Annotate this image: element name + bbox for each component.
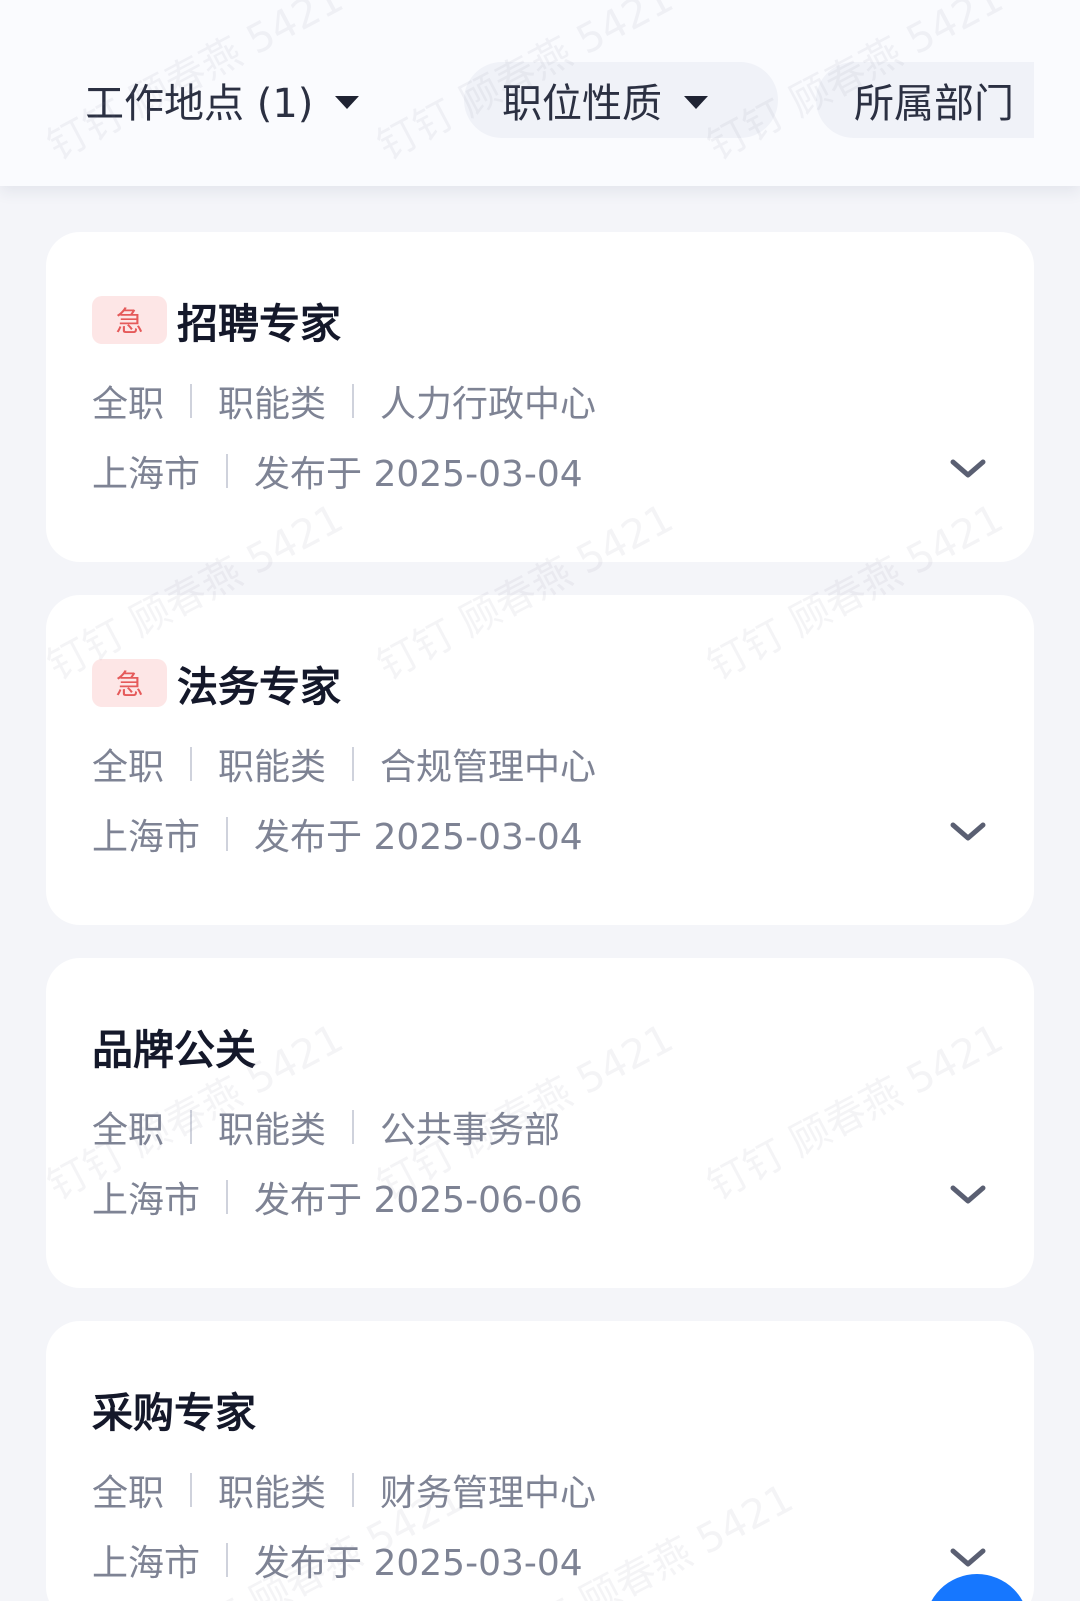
job-card[interactable]: 急 招聘专家 全职 职能类 人力行政中心 上海市 发布于 2025-03-04 <box>46 232 1034 562</box>
job-title: 品牌公关 <box>92 1026 256 1074</box>
caret-down-icon <box>335 95 360 109</box>
job-card[interactable]: 采购专家 全职 职能类 财务管理中心 上海市 发布于 2025-03-04 <box>46 1321 1034 1601</box>
job-type: 全职 <box>92 384 165 425</box>
divider <box>226 1180 229 1214</box>
job-location-date: 上海市 发布于 2025-06-06 <box>92 1172 583 1222</box>
divider <box>226 817 229 851</box>
job-published-date: 发布于 2025-03-04 <box>254 817 583 858</box>
job-type: 全职 <box>92 1110 165 1151</box>
filter-label: 所属部门 <box>854 81 1014 127</box>
job-city: 上海市 <box>92 1180 201 1221</box>
job-attributes: 全职 职能类 人力行政中心 <box>92 376 596 426</box>
filter-label: 工作地点 (1) <box>84 81 314 127</box>
job-title-row: 采购专家 <box>92 1379 256 1439</box>
job-department: 人力行政中心 <box>380 384 597 425</box>
divider <box>352 1473 355 1507</box>
job-city: 上海市 <box>92 817 201 858</box>
divider <box>352 747 355 781</box>
job-title-row: 品牌公关 <box>92 1016 256 1076</box>
job-location-date: 上海市 发布于 2025-03-04 <box>92 446 583 496</box>
job-category: 职能类 <box>218 1110 327 1151</box>
job-department: 合规管理中心 <box>380 747 597 788</box>
divider <box>352 1110 355 1144</box>
job-card[interactable]: 品牌公关 全职 职能类 公共事务部 上海市 发布于 2025-06-06 <box>46 958 1034 1288</box>
job-published-date: 发布于 2025-03-04 <box>254 454 583 495</box>
filter-bar: 工作地点 (1) 职位性质 所属部门 <box>0 0 1080 186</box>
filter-department[interactable]: 所属部门 <box>816 62 1034 138</box>
filter-work-location[interactable]: 工作地点 (1) <box>84 62 360 138</box>
job-title-row: 急 招聘专家 <box>92 290 341 350</box>
divider <box>226 454 229 488</box>
job-title-row: 急 法务专家 <box>92 653 341 713</box>
job-type: 全职 <box>92 747 165 788</box>
job-title: 采购专家 <box>92 1389 256 1437</box>
job-city: 上海市 <box>92 1543 201 1584</box>
chevron-down-icon[interactable] <box>948 454 988 484</box>
job-location-date: 上海市 发布于 2025-03-04 <box>92 809 583 859</box>
divider <box>190 747 193 781</box>
filter-label: 职位性质 <box>502 81 662 127</box>
job-category: 职能类 <box>218 1473 327 1514</box>
urgent-badge: 急 <box>92 659 167 707</box>
job-type: 全职 <box>92 1473 165 1514</box>
job-city: 上海市 <box>92 454 201 495</box>
chevron-down-icon[interactable] <box>948 817 988 847</box>
divider <box>190 1473 193 1507</box>
caret-down-icon <box>684 95 708 109</box>
divider <box>190 1110 193 1144</box>
job-title: 法务专家 <box>177 663 341 711</box>
job-attributes: 全职 职能类 公共事务部 <box>92 1102 560 1152</box>
divider <box>352 384 355 418</box>
divider <box>226 1543 229 1577</box>
filter-job-nature[interactable]: 职位性质 <box>464 62 778 138</box>
divider <box>190 384 193 418</box>
job-department: 财务管理中心 <box>380 1473 597 1514</box>
urgent-badge: 急 <box>92 296 167 344</box>
job-category: 职能类 <box>218 747 327 788</box>
job-card[interactable]: 急 法务专家 全职 职能类 合规管理中心 上海市 发布于 2025-03-04 <box>46 595 1034 925</box>
job-location-date: 上海市 发布于 2025-03-04 <box>92 1535 583 1585</box>
job-department: 公共事务部 <box>380 1110 561 1151</box>
job-title: 招聘专家 <box>177 300 341 348</box>
job-attributes: 全职 职能类 财务管理中心 <box>92 1465 596 1515</box>
job-published-date: 发布于 2025-03-04 <box>254 1543 583 1584</box>
job-published-date: 发布于 2025-06-06 <box>254 1180 583 1221</box>
job-category: 职能类 <box>218 384 327 425</box>
job-attributes: 全职 职能类 合规管理中心 <box>92 739 596 789</box>
chevron-down-icon[interactable] <box>948 1543 988 1573</box>
chevron-down-icon[interactable] <box>948 1180 988 1210</box>
